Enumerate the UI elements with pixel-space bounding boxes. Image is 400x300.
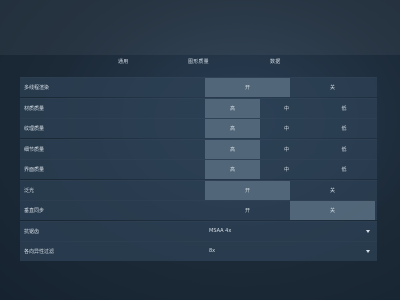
option-low[interactable]: 低 bbox=[313, 99, 375, 118]
option-high[interactable]: 高 bbox=[205, 160, 260, 179]
setting-label: 细节质量 bbox=[24, 146, 45, 153]
option-low[interactable]: 低 bbox=[313, 160, 375, 179]
tab-graphics-quality[interactable]: 图形质量 bbox=[188, 58, 209, 65]
settings-tabs: 通用 图形质量 数据 bbox=[0, 58, 400, 70]
setting-row-multithread-rendering: 多线程渲染 开 关 bbox=[20, 77, 377, 97]
setting-label: 纹理质量 bbox=[24, 126, 45, 132]
option-low[interactable]: 低 bbox=[313, 140, 375, 159]
option-medium[interactable]: 中 bbox=[260, 119, 313, 138]
option-off[interactable]: 关 bbox=[290, 181, 375, 200]
option-on[interactable]: 开 bbox=[205, 180, 290, 200]
dropdown-value: MSAA 4x bbox=[209, 227, 232, 234]
setting-label: 泛光 bbox=[24, 187, 35, 194]
option-off[interactable]: 关 bbox=[290, 78, 375, 97]
option-high[interactable]: 高 bbox=[205, 119, 260, 138]
setting-label: 多线程渲染 bbox=[24, 85, 50, 91]
option-on[interactable]: 开 bbox=[205, 201, 290, 220]
setting-label: 抗锯齿 bbox=[24, 228, 40, 235]
option-medium[interactable]: 中 bbox=[260, 140, 313, 159]
setting-row-detail-quality: 细节质量 高 中 低 bbox=[20, 138, 377, 159]
setting-row-bloom: 泛光 开 关 bbox=[20, 179, 377, 200]
setting-row-anti-aliasing: 抗锯齿 MSAA 4x bbox=[20, 220, 377, 241]
option-off[interactable]: 关 bbox=[290, 201, 375, 220]
anti-aliasing-dropdown[interactable]: MSAA 4x bbox=[205, 222, 375, 241]
option-medium[interactable]: 中 bbox=[260, 99, 313, 118]
setting-row-anisotropic-filtering: 各向异性过滤 8x bbox=[20, 241, 377, 261]
option-medium[interactable]: 中 bbox=[260, 160, 313, 179]
setting-row-material-quality: 材质质量 高 中 低 bbox=[20, 97, 377, 118]
chevron-down-icon bbox=[366, 229, 370, 233]
setting-row-texture-quality: 纹理质量 高 中 低 bbox=[20, 118, 377, 138]
dropdown-value: 8x bbox=[209, 248, 216, 254]
anisotropic-filtering-dropdown[interactable]: 8x bbox=[205, 242, 375, 261]
option-low[interactable]: 低 bbox=[313, 119, 375, 138]
settings-screen: 通用 图形质量 数据 多线程渲染 开 关 材质质量 高 中 低 纹理质量 高 中… bbox=[0, 0, 400, 300]
chevron-down-icon bbox=[366, 250, 370, 253]
tab-data[interactable]: 数据 bbox=[270, 58, 280, 65]
setting-row-ui-quality: 界面质量 高 中 低 bbox=[20, 159, 377, 179]
top-bar bbox=[0, 0, 400, 55]
setting-label: 垂直同步 bbox=[24, 208, 45, 214]
graphics-settings-panel: 多线程渲染 开 关 材质质量 高 中 低 纹理质量 高 中 低 细节质量 高 中… bbox=[20, 77, 377, 262]
tab-general[interactable]: 通用 bbox=[118, 58, 128, 65]
option-on[interactable]: 开 bbox=[205, 78, 290, 97]
setting-label: 界面质量 bbox=[24, 167, 45, 173]
option-high[interactable]: 高 bbox=[205, 139, 260, 159]
setting-label: 各向异性过滤 bbox=[24, 249, 55, 255]
setting-row-vsync: 垂直同步 开 关 bbox=[20, 200, 377, 220]
setting-label: 材质质量 bbox=[24, 105, 45, 112]
option-high[interactable]: 高 bbox=[205, 98, 260, 118]
